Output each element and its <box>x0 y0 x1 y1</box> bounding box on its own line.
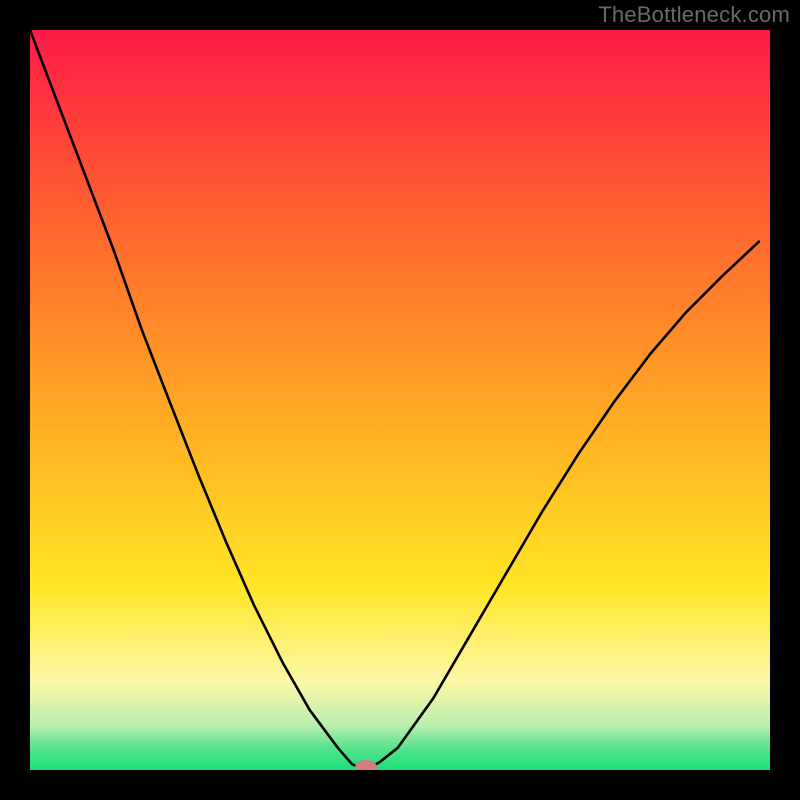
watermark-text: TheBottleneck.com <box>598 2 790 28</box>
chart-frame: TheBottleneck.com <box>0 0 800 800</box>
gradient-background <box>30 30 770 770</box>
plot-area <box>30 30 770 770</box>
chart-svg <box>30 30 770 770</box>
